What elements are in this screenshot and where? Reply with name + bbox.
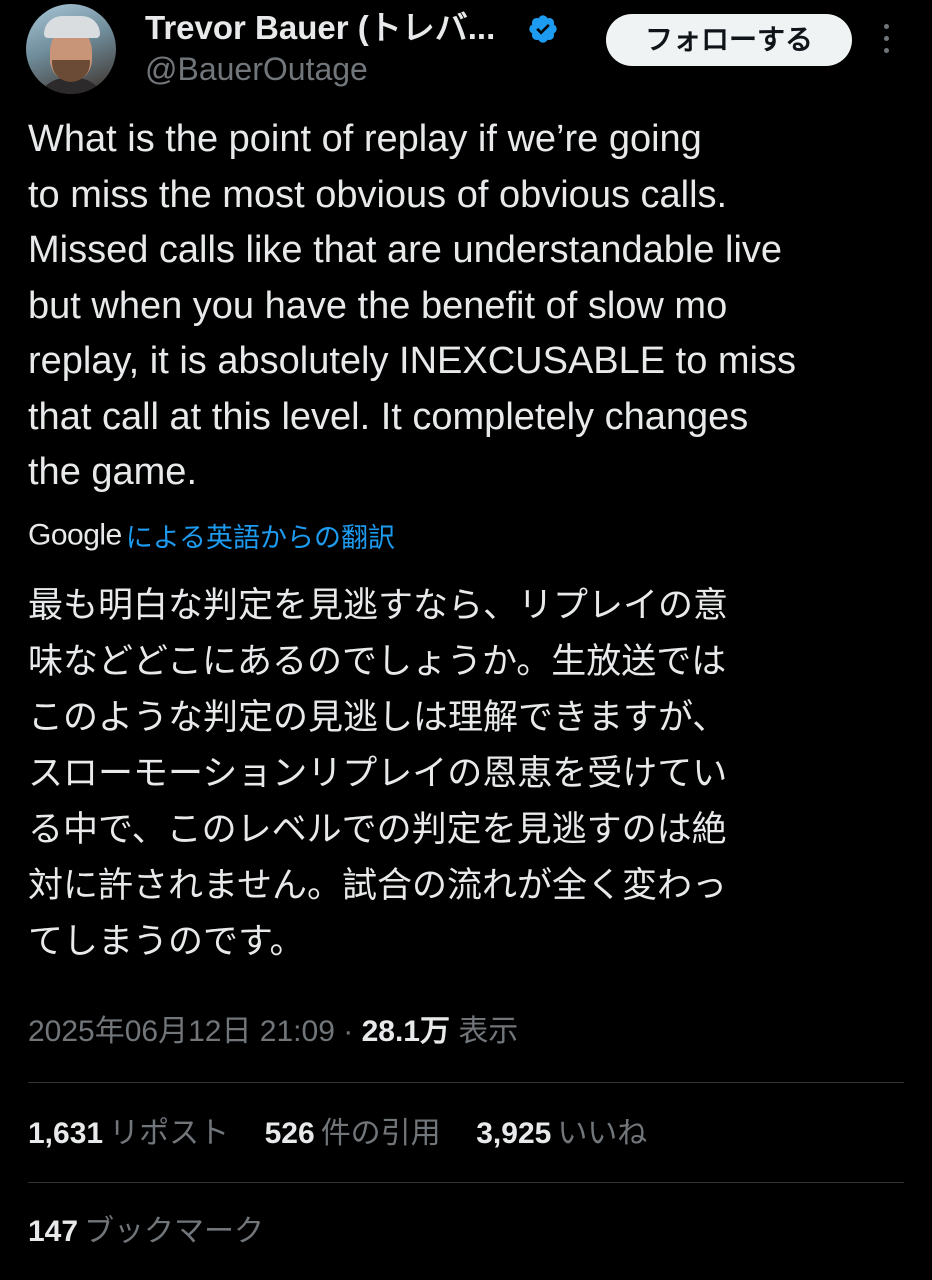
quotes-label: 件の引用 [320, 1116, 441, 1151]
quotes-count: 526 [264, 1117, 315, 1150]
bookmarks-stat[interactable]: 147 ブックマーク [28, 1210, 264, 1254]
meta-separator: · [343, 1015, 354, 1048]
author-display-name[interactable]: Trevor Bauer (トレバ... [145, 8, 495, 48]
divider [28, 1182, 904, 1183]
views-count: 28.1万 [361, 1015, 450, 1048]
engagement-stats: 1,631 リポスト 526 件の引用 3,925 いいね [28, 1112, 673, 1156]
translation-attribution: Google による英語からの翻訳 [28, 516, 395, 558]
more-options-icon[interactable] [876, 24, 896, 58]
avatar[interactable] [26, 4, 116, 94]
likes-stat[interactable]: 3,925 いいね [476, 1112, 647, 1156]
author-handle[interactable]: @BauerOutage [145, 50, 368, 88]
translated-text: 最も明白な判定を見逃すなら、リプレイの意 味などどこにあるのでしょうか。生放送で… [28, 586, 729, 962]
divider [28, 1082, 904, 1083]
verified-badge-icon [529, 15, 557, 43]
bookmarks-count: 147 [28, 1215, 79, 1248]
tweet-header: Trevor Bauer (トレバ... @BauerOutage フォローする [0, 0, 932, 100]
bookmarks-label: ブックマーク [84, 1214, 265, 1249]
avatar-cap [44, 16, 100, 38]
quotes-stat[interactable]: 526 件の引用 [265, 1112, 441, 1156]
likes-label: いいね [557, 1116, 648, 1151]
timestamp[interactable]: 2025年06月12日 21:09 [28, 1015, 335, 1048]
follow-button[interactable]: フォローする [606, 14, 852, 66]
google-logo: Google [28, 518, 122, 552]
tweet-text: What is the point of replay if we’re goi… [28, 118, 797, 493]
likes-count: 3,925 [476, 1117, 552, 1150]
reposts-label: リポスト [109, 1116, 230, 1151]
views-label: 表示 [458, 1015, 519, 1048]
translation-link[interactable]: による英語からの翻訳 [126, 523, 395, 554]
reposts-count: 1,631 [28, 1117, 104, 1150]
tweet-meta: 2025年06月12日 21:09 · 28.1万 表示 [28, 1010, 518, 1054]
reposts-stat[interactable]: 1,631 リポスト [28, 1112, 229, 1156]
